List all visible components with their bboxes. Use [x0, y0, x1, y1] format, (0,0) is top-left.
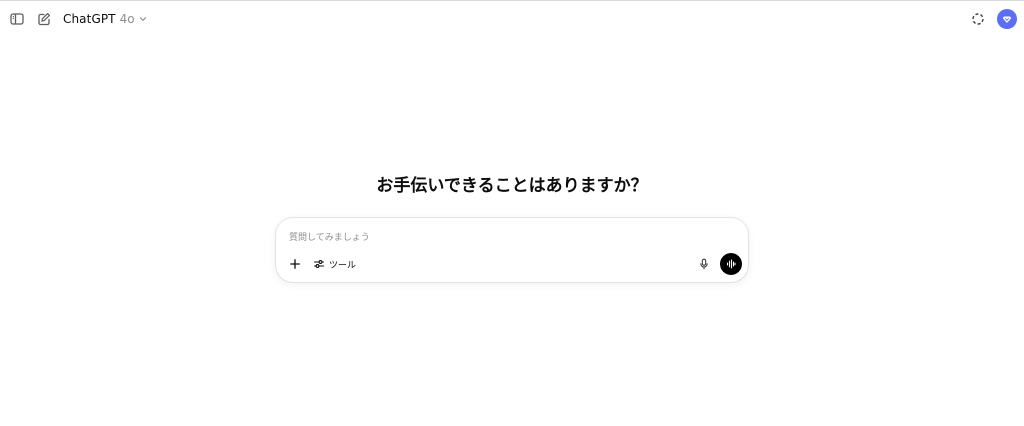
- model-selector[interactable]: ChatGPT 4o: [63, 5, 148, 33]
- top-bar-left: ChatGPT 4o: [0, 1, 148, 37]
- new-chat-icon: [38, 13, 50, 26]
- tools-button[interactable]: ツール: [309, 253, 360, 275]
- microphone-icon: [700, 258, 708, 270]
- prompt-composer: ツール: [275, 217, 749, 283]
- composer-toolbar-right: [693, 253, 742, 275]
- model-name: ChatGPT: [63, 12, 116, 26]
- composer-toolbar-left: ツール: [284, 253, 360, 275]
- top-bar: ChatGPT 4o: [0, 1, 1024, 37]
- tools-label: ツール: [329, 260, 357, 271]
- voice-waveform-icon: [726, 259, 736, 269]
- account-icon: [1002, 16, 1012, 23]
- temporary-chat-button[interactable]: [964, 5, 992, 33]
- prompt-input[interactable]: [289, 230, 709, 246]
- dictate-button[interactable]: [693, 253, 715, 275]
- new-chat-button[interactable]: [30, 5, 58, 33]
- top-bar-right: [964, 1, 1019, 37]
- plus-icon: [290, 259, 300, 269]
- chevron-down-icon: [138, 14, 148, 24]
- add-attachment-button[interactable]: [284, 253, 306, 275]
- composer-toolbar: ツール: [284, 252, 742, 276]
- sliders-icon: [313, 260, 325, 268]
- temporary-chat-icon: [972, 13, 984, 25]
- sidebar-toggle-icon: [10, 13, 24, 25]
- voice-mode-button[interactable]: [720, 253, 742, 275]
- page-title: お手伝いできることはありますか？: [376, 176, 648, 196]
- app-window: ChatGPT 4o お手伝いできることはありますか？ 質問してみましょう ツー…: [0, 0, 1024, 426]
- avatar[interactable]: [997, 9, 1017, 29]
- sidebar-toggle-button[interactable]: [3, 5, 31, 33]
- model-version: 4o: [119, 12, 135, 26]
